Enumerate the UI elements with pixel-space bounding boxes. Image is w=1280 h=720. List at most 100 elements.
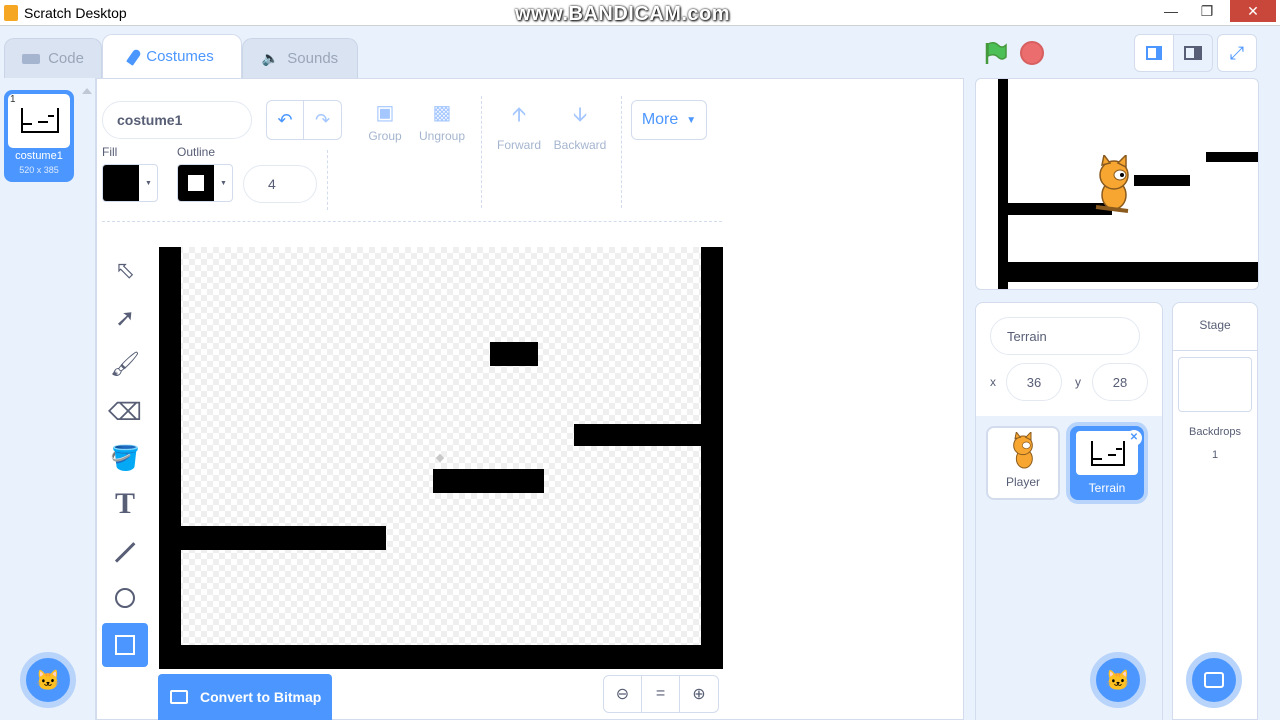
stage-terrain-platform [1134,175,1190,186]
divider [621,96,622,208]
brush-tool-icon[interactable]: 🖌 [102,342,148,386]
caret-down-icon: ▼ [145,179,152,187]
terrain-platform [433,469,544,493]
stage-terrain-platform [1206,152,1258,162]
undo-icon[interactable]: ↶ [267,101,305,139]
stage-view[interactable] [975,78,1259,290]
tab-costumes[interactable]: Costumes [102,34,242,78]
redo-icon[interactable]: ↷ [304,101,341,139]
costume-size: 520 x 385 [19,165,59,175]
outline-label: Outline [177,145,216,159]
green-flag-icon[interactable] [982,40,1008,66]
caret-down-icon: ▼ [220,179,227,187]
stop-icon[interactable] [1020,41,1044,65]
close-icon[interactable]: ✕ [1230,0,1276,22]
more-dropdown[interactable]: More ▼ [631,100,707,140]
add-sprite-button[interactable]: 🐱 [1090,652,1146,708]
maximize-icon[interactable]: ❐ [1190,0,1224,22]
caret-down-icon: ▼ [686,114,697,126]
zoom-reset-button[interactable]: = [642,676,680,712]
zoom-out-icon[interactable]: ⊖ [604,676,642,712]
small-stage-button[interactable] [1134,34,1174,72]
x-label: x [990,375,996,389]
costume-name-input[interactable]: costume1 [102,101,252,139]
backdrop-thumbnail [1178,357,1252,412]
divider [1173,350,1257,351]
backward-label: Backward [553,138,607,152]
convert-to-bitmap-button[interactable]: Convert to Bitmap [158,674,332,720]
circle-tool-icon[interactable] [102,576,148,620]
group-button[interactable]: ▣ Group [365,100,405,143]
arrow-up-icon: 🡩 [511,104,527,126]
cat-plus-icon: 🐱 [35,669,61,692]
drawing-canvas[interactable] [159,247,723,669]
fill-swatch [103,165,139,201]
sprite-name: Player [1005,475,1040,489]
tab-sounds[interactable]: 🔈 Sounds [242,38,358,78]
fullscreen-icon[interactable]: ⤢ [1217,34,1257,72]
divider [327,150,328,210]
line-tool-icon[interactable] [102,530,148,574]
brush-icon [126,47,143,66]
backdrops-label: Backdrops [1189,426,1241,438]
small-stage-icon [1146,46,1162,60]
speaker-icon: 🔈 [261,50,280,66]
rotation-center-marker [435,453,445,463]
scrollbar[interactable] [1266,26,1280,720]
ungroup-button[interactable]: ▩ Ungroup [417,100,467,143]
stage-terrain-floor [998,262,1258,282]
group-label: Group [368,129,402,143]
outline-color-picker[interactable]: ▼ [177,164,233,202]
eraser-tool-icon[interactable]: ⌫ [102,390,148,434]
image-icon [170,690,188,704]
ungroup-icon: ▩ [432,102,452,124]
costume-thumbnail [8,94,70,148]
terrain-platform [574,424,701,446]
sprite-name-input[interactable]: Terrain [990,317,1140,355]
arrow-down-icon: 🡫 [572,104,588,126]
zoom-in-icon[interactable]: ⊕ [680,676,718,712]
title-bar: Scratch Desktop www.BANDICAM.com — ❐ ✕ [0,0,1280,26]
outline-swatch [178,165,214,201]
cat-plus-icon: 🐱 [1105,669,1131,692]
costume-tile[interactable]: 1 costume1 520 x 385 [4,90,74,182]
normal-stage-button[interactable] [1173,34,1213,72]
tab-label: Costumes [146,48,214,65]
rectangle-tool-icon[interactable] [102,623,148,667]
image-plus-icon [1204,672,1224,688]
delete-sprite-icon[interactable]: ✕ [1126,430,1142,446]
fill-label: Fill [102,145,118,159]
sprite-card-player[interactable]: Player [986,426,1060,500]
costume-index: 1 [10,94,16,105]
terrain-left-wall [159,247,181,669]
player-cat-sprite[interactable] [1088,153,1136,215]
convert-label: Convert to Bitmap [200,689,322,705]
fill-color-picker[interactable]: ▼ [102,164,158,202]
outline-width-input[interactable]: 4 [243,165,317,203]
bandicam-watermark: www.BANDICAM.com [515,3,731,25]
cat-sprite-icon [1013,430,1033,469]
terrain-platform [490,342,538,366]
ungroup-label: Ungroup [418,129,466,143]
tab-code[interactable]: Code [4,38,102,78]
backward-button[interactable]: 🡫 Backward [553,100,607,152]
window-title: Scratch Desktop [24,5,127,21]
scroll-up-arrow-icon[interactable] [82,86,92,94]
sprite-card-terrain[interactable]: Terrain ✕ [1070,426,1144,500]
normal-stage-icon [1184,46,1202,60]
fill-tool-icon[interactable]: 🪣 [102,436,148,480]
select-tool-icon[interactable]: ⬁ [102,248,148,292]
y-position-input[interactable]: 28 [1092,363,1148,401]
divider [481,96,482,208]
reshape-tool-icon[interactable]: ➚ [102,296,148,340]
add-backdrop-button[interactable] [1186,652,1242,708]
x-position-input[interactable]: 36 [1006,363,1062,401]
forward-button[interactable]: 🡩 Forward [496,100,542,152]
add-costume-button[interactable]: 🐱 [20,652,76,708]
backdrops-count: 1 [1211,449,1219,461]
terrain-platform [181,526,386,550]
minimize-icon[interactable]: — [1154,0,1188,22]
text-tool-icon[interactable]: T [102,482,148,526]
tab-label: Code [48,50,84,67]
undo-redo-group: ↶ ↷ [266,100,342,140]
